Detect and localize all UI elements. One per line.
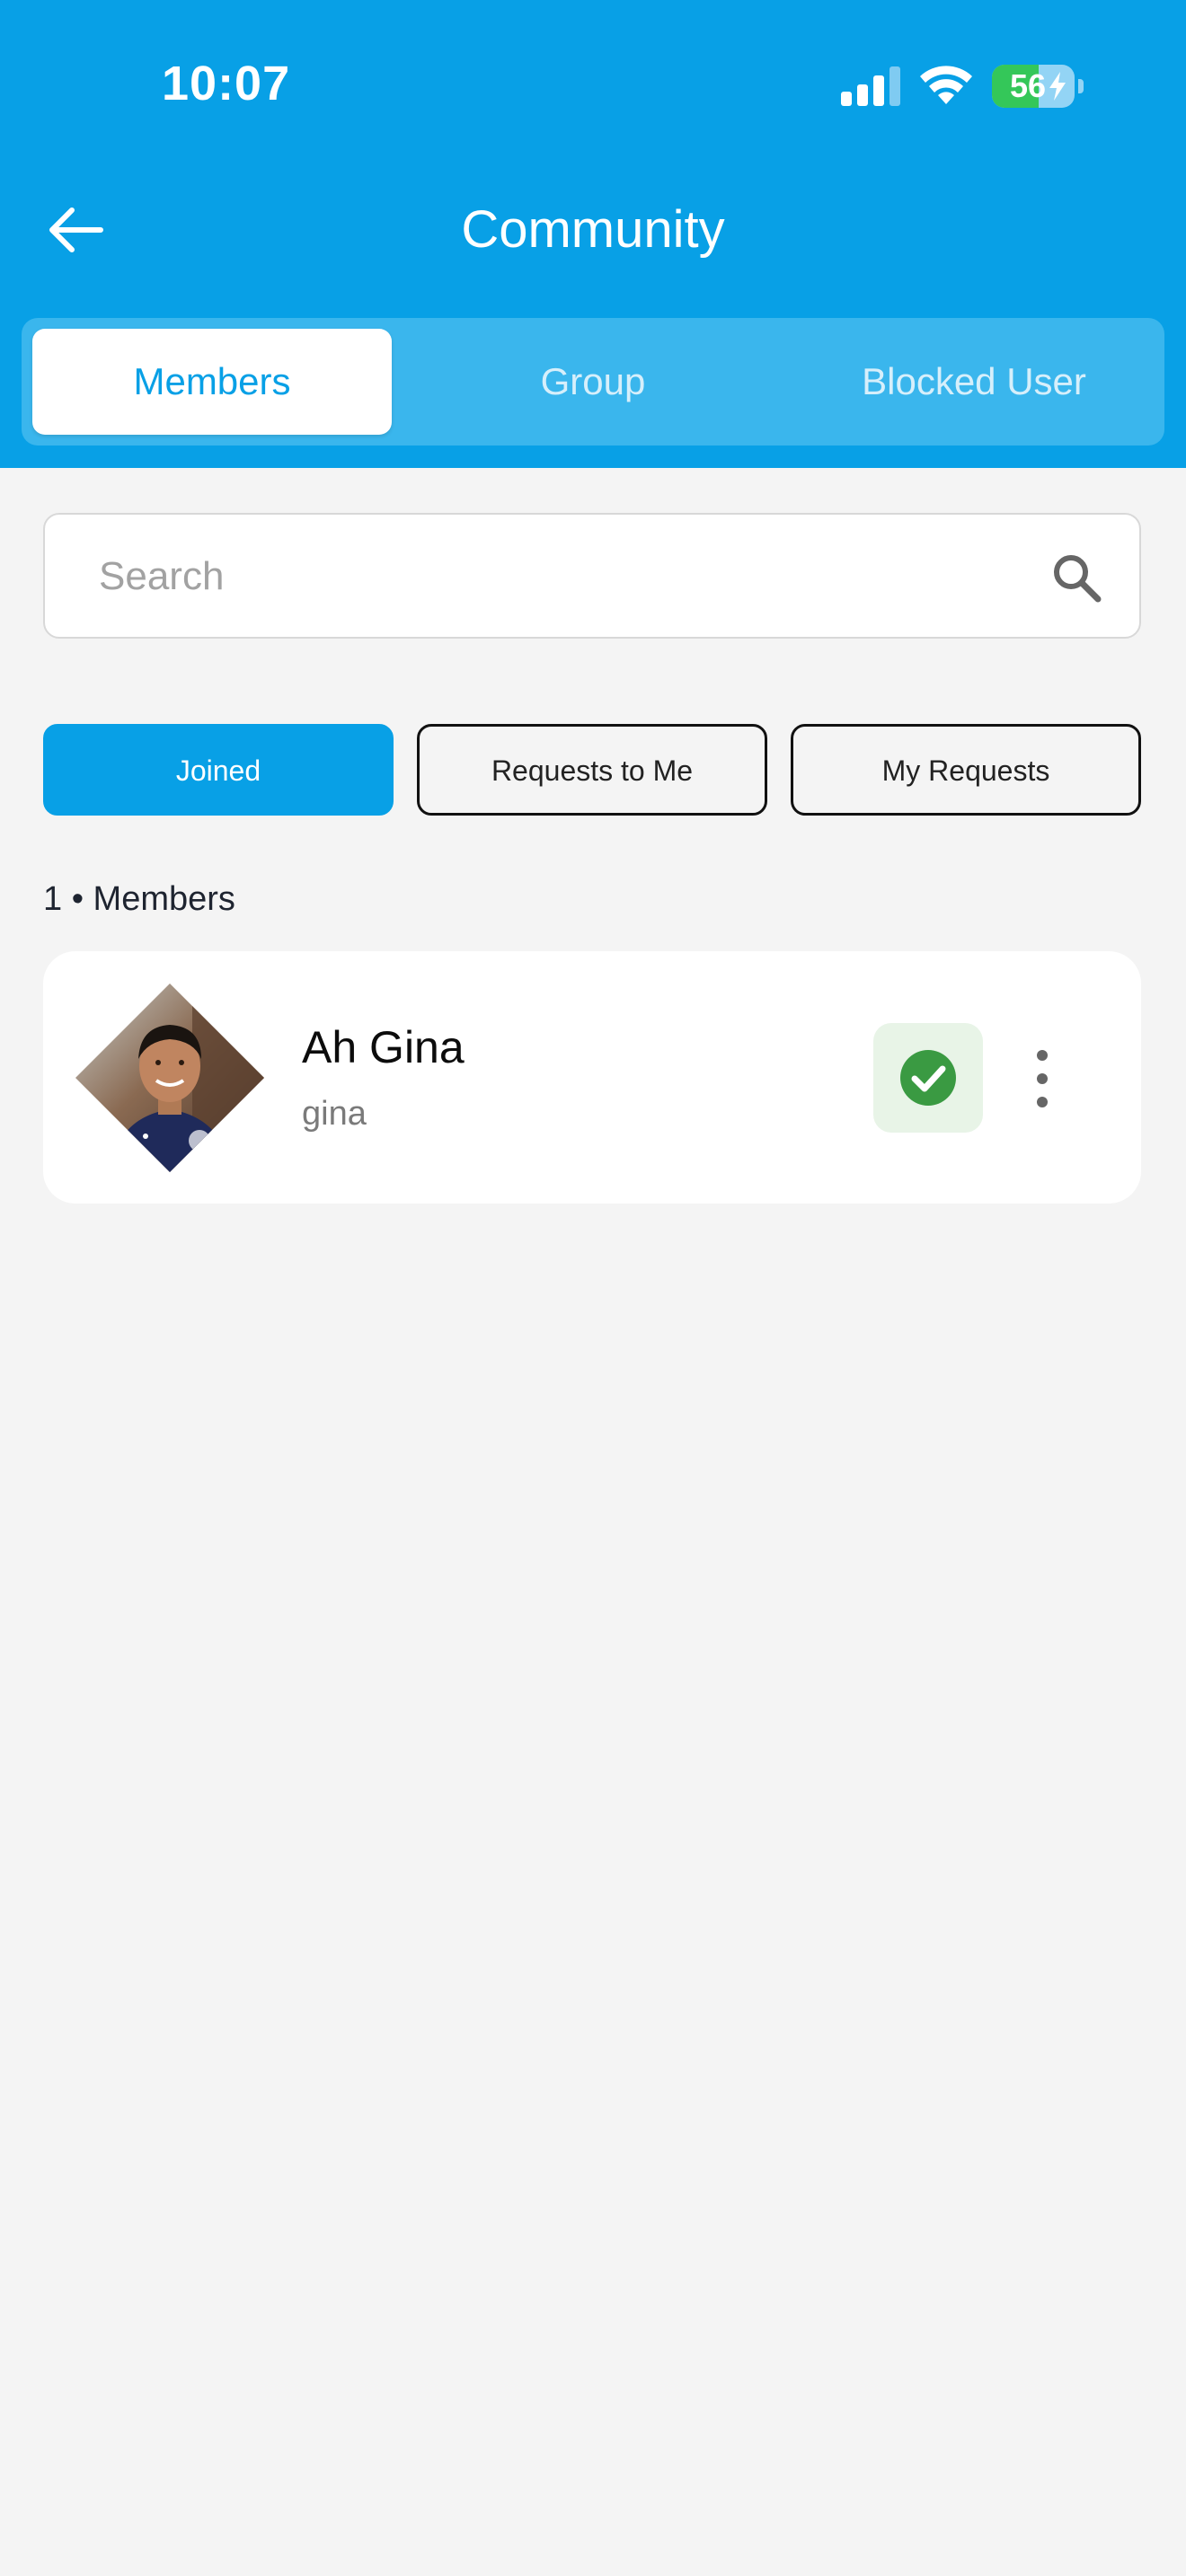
filter-my-requests[interactable]: My Requests [791,724,1141,816]
member-card[interactable]: Ah Gina gina [43,951,1141,1204]
members-count: 1 • Members [43,880,235,918]
app-header: 10:07 56 Community Members Group Blocked… [0,0,1186,468]
wifi-icon [920,66,972,104]
search-icon[interactable] [1049,551,1103,604]
bolt-icon [1049,72,1066,101]
filter-requests-to-me[interactable]: Requests to Me [417,724,767,816]
tab-group[interactable]: Group [413,329,773,435]
battery-tip [1078,79,1084,93]
tab-members[interactable]: Members [32,329,392,435]
check-circle-icon [900,1050,956,1106]
more-vertical-icon[interactable] [1024,1045,1060,1113]
battery-charging-icon: 56 [992,65,1075,108]
status-time: 10:07 [162,57,291,110]
member-username: gina [302,1095,367,1133]
filter-joined[interactable]: Joined [43,724,394,816]
tab-bar: Members Group Blocked User [22,318,1164,446]
search-input[interactable] [97,515,1035,639]
search-box [43,513,1141,639]
member-name: Ah Gina [302,1022,465,1072]
tab-blocked-user[interactable]: Blocked User [794,329,1154,435]
cellular-signal-icon [841,66,900,106]
joined-status-button[interactable] [873,1023,983,1133]
page-title: Community [461,200,725,259]
avatar [75,984,264,1172]
